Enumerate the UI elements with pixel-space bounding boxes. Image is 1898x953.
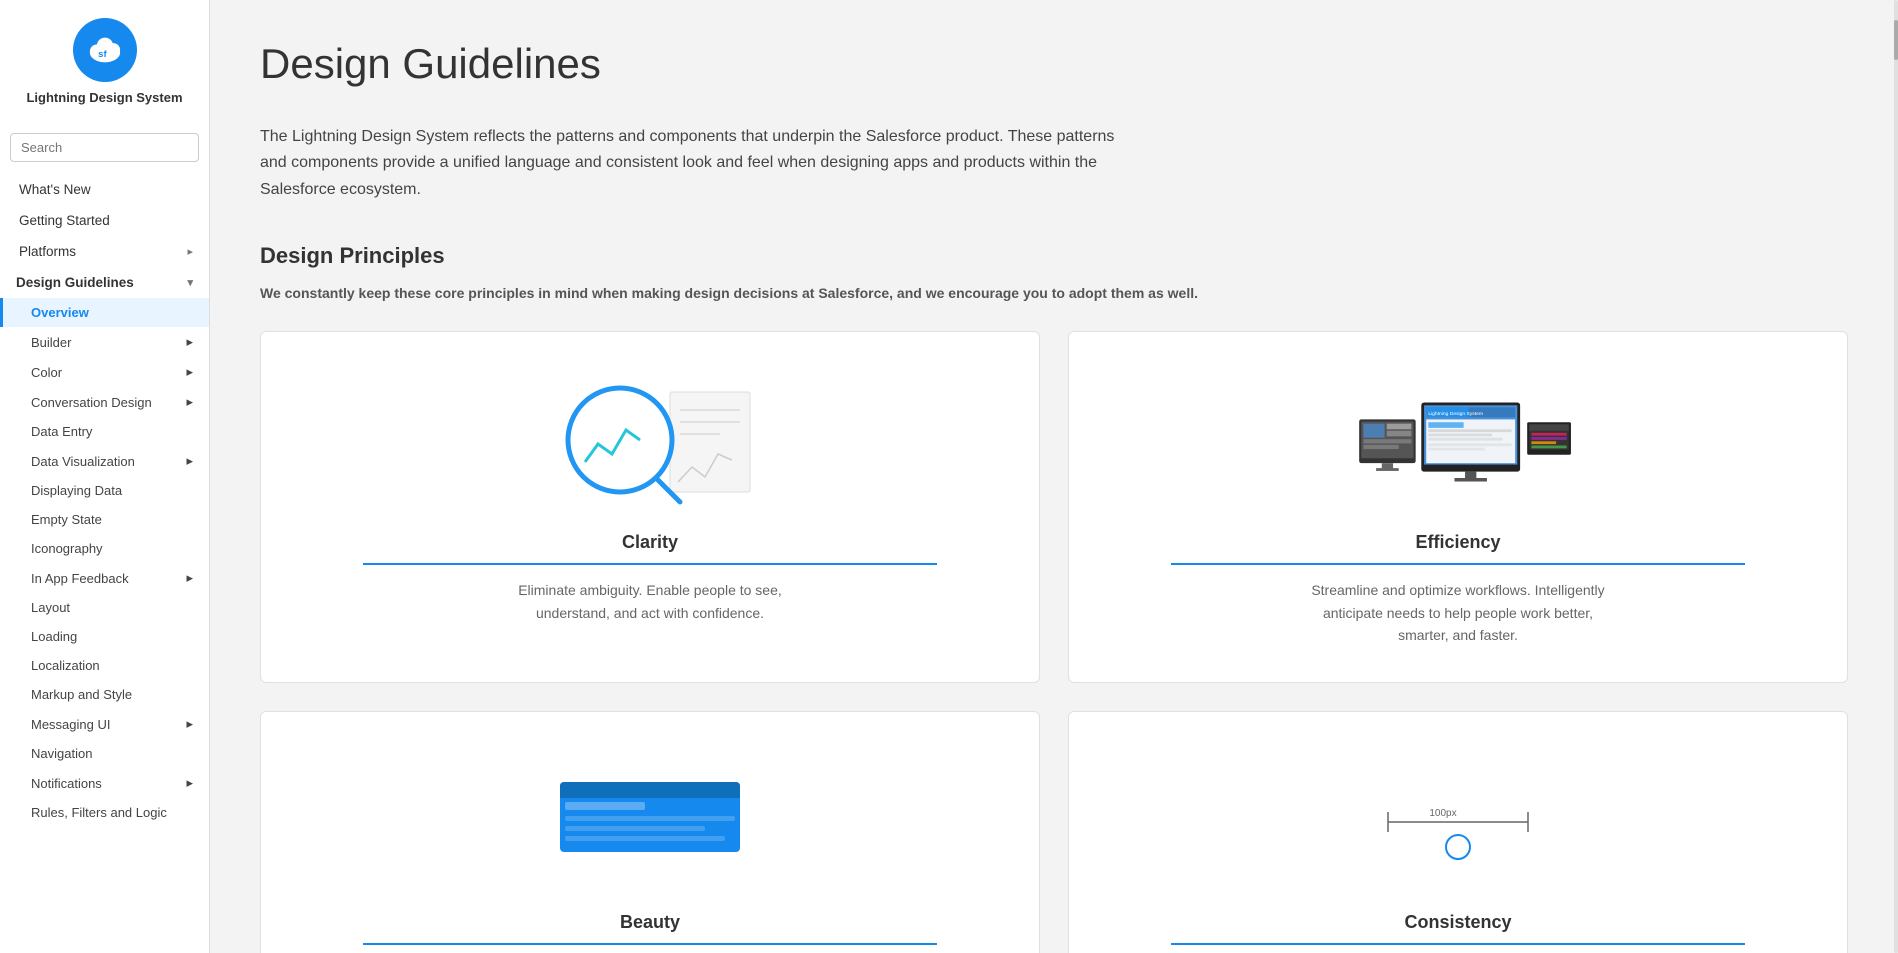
clarity-title: Clarity (363, 532, 937, 565)
chevron-right-icon: ▸ (186, 334, 193, 350)
sidebar-item-platforms[interactable]: Platforms ▸ (0, 236, 209, 267)
efficiency-illustration: Lightning Design System (1338, 372, 1578, 512)
clarity-card: Clarity Eliminate ambiguity. Enable peop… (260, 331, 1040, 683)
salesforce-logo: sf (73, 18, 137, 82)
sidebar-item-layout[interactable]: Layout (0, 593, 209, 622)
main-content: Design Guidelines The Lightning Design S… (210, 0, 1898, 953)
consistency-title: Consistency (1171, 912, 1745, 945)
sidebar-item-notifications[interactable]: Notifications ▸ (0, 768, 209, 798)
sidebar-item-localization[interactable]: Localization (0, 651, 209, 680)
chevron-right-icon: ▸ (186, 775, 193, 791)
svg-text:100px: 100px (1429, 808, 1456, 819)
sidebar-item-overview[interactable]: Overview (0, 298, 209, 327)
sidebar-item-whats-new[interactable]: What's New (0, 174, 209, 205)
sidebar-section-design-guidelines[interactable]: Design Guidelines ▾ (0, 267, 209, 298)
chevron-right-icon: ▸ (186, 570, 193, 586)
sidebar-item-displaying-data[interactable]: Displaying Data (0, 476, 209, 505)
svg-text:Lightning Design System: Lightning Design System (1428, 411, 1483, 417)
page-title: Design Guidelines (260, 40, 1848, 88)
sidebar-item-data-visualization[interactable]: Data Visualization ▸ (0, 446, 209, 476)
chevron-right-icon: ▸ (186, 394, 193, 410)
sidebar-item-conversation-design[interactable]: Conversation Design ▸ (0, 387, 209, 417)
principles-cards-row-2: Beauty 100px Consistency (260, 711, 1848, 953)
sidebar-item-empty-state[interactable]: Empty State (0, 505, 209, 534)
chevron-right-icon: ▸ (186, 453, 193, 469)
sidebar-item-getting-started[interactable]: Getting Started (0, 205, 209, 236)
chevron-down-icon: ▾ (187, 276, 193, 289)
efficiency-desc: Streamline and optimize workflows. Intel… (1308, 579, 1608, 646)
sidebar-item-navigation[interactable]: Navigation (0, 739, 209, 768)
clarity-desc: Eliminate ambiguity. Enable people to se… (500, 579, 800, 624)
logo-area: sf Lightning Design System (0, 0, 209, 125)
principles-subtext: We constantly keep these core principles… (260, 285, 1848, 301)
efficiency-card: Lightning Design System (1068, 331, 1848, 683)
sidebar-item-in-app-feedback[interactable]: In App Feedback ▸ (0, 563, 209, 593)
beauty-title: Beauty (363, 912, 937, 945)
sidebar-item-messaging-ui[interactable]: Messaging UI ▸ (0, 709, 209, 739)
chevron-right-icon: ▸ (186, 364, 193, 380)
sidebar-item-loading[interactable]: Loading (0, 622, 209, 651)
app-title: Lightning Design System (16, 90, 192, 115)
sidebar: sf Lightning Design System What's New Ge… (0, 0, 210, 953)
efficiency-title: Efficiency (1171, 532, 1745, 565)
sidebar-item-color[interactable]: Color ▸ (0, 357, 209, 387)
design-principles-heading: Design Principles (260, 243, 1848, 269)
chevron-right-icon: ▸ (186, 716, 193, 732)
sidebar-item-builder[interactable]: Builder ▸ (0, 327, 209, 357)
consistency-illustration: 100px (1338, 752, 1578, 892)
clarity-illustration (530, 372, 770, 512)
sidebar-item-iconography[interactable]: Iconography (0, 534, 209, 563)
chevron-right-icon: ▸ (187, 245, 193, 258)
beauty-illustration (530, 752, 770, 892)
beauty-card: Beauty (260, 711, 1040, 953)
sidebar-item-data-entry[interactable]: Data Entry (0, 417, 209, 446)
sidebar-item-markup-and-style[interactable]: Markup and Style (0, 680, 209, 709)
consistency-card: 100px Consistency (1068, 711, 1848, 953)
principles-cards-row-1: Clarity Eliminate ambiguity. Enable peop… (260, 331, 1848, 683)
search-input[interactable] (10, 133, 199, 162)
svg-text:sf: sf (98, 49, 107, 60)
sidebar-item-rules-filters-logic[interactable]: Rules, Filters and Logic (0, 798, 209, 827)
intro-text: The Lightning Design System reflects the… (260, 124, 1120, 203)
